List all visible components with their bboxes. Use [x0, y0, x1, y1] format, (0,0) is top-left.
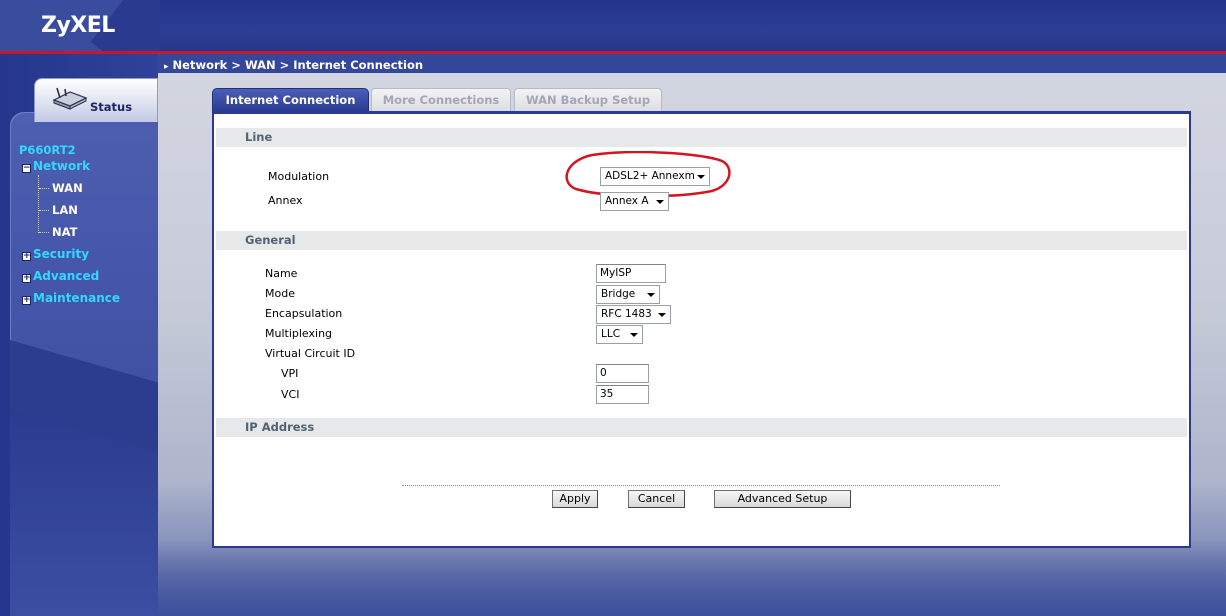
apply-button[interactable]: Apply — [552, 490, 598, 508]
tree-branch — [39, 210, 49, 211]
sidebar-item-nat[interactable]: NAT — [52, 225, 77, 239]
vci-input[interactable]: 35 — [596, 385, 649, 404]
device-model: P660RT2 — [19, 143, 76, 157]
sidebar-item-label[interactable]: Network — [33, 159, 90, 173]
section-header-line: Line — [216, 128, 1187, 147]
cancel-button[interactable]: Cancel — [628, 490, 685, 508]
breadcrumb-arrow-icon: ▸ — [164, 62, 169, 72]
content-fade — [158, 540, 1226, 616]
tab-more-connections[interactable]: More Connections — [371, 88, 511, 111]
encapsulation-select[interactable]: RFC 1483 — [596, 305, 671, 324]
tree-branch — [39, 188, 49, 189]
mode-value: Bridge — [601, 288, 636, 300]
modulation-label: Modulation — [268, 170, 330, 183]
tree-branch — [39, 232, 49, 233]
annex-select[interactable]: Annex A — [600, 192, 669, 211]
tab-internet-connection[interactable]: Internet Connection — [212, 88, 369, 111]
dropdown-arrow-icon — [647, 293, 655, 297]
dropdown-arrow-icon — [658, 313, 666, 317]
dropdown-arrow-icon — [656, 200, 664, 204]
multiplexing-label: Multiplexing — [265, 327, 333, 340]
mode-label: Mode — [265, 287, 295, 300]
expand-icon[interactable]: + — [22, 274, 31, 283]
zyxel-logo: ZyXEL — [41, 13, 115, 38]
name-input[interactable]: MyISP — [596, 264, 666, 283]
sidebar-item-label[interactable]: Security — [33, 247, 89, 261]
dropdown-arrow-icon — [630, 333, 638, 337]
encapsulation-label: Encapsulation — [265, 307, 343, 320]
sidebar-item-label[interactable]: Advanced — [33, 269, 99, 283]
vpi-label: VPI — [281, 367, 299, 380]
annex-label: Annex — [268, 194, 303, 207]
multiplexing-value: LLC — [601, 328, 621, 340]
collapse-icon[interactable]: − — [22, 164, 31, 173]
breadcrumb: ▸ Network > WAN > Internet Connection — [164, 58, 423, 72]
name-label: Name — [265, 267, 298, 280]
expand-icon[interactable]: + — [22, 252, 31, 261]
vpi-input[interactable]: 0 — [596, 364, 649, 383]
top-header — [0, 0, 1226, 51]
red-annotation-circle — [565, 151, 731, 197]
vci-label: VCI — [281, 388, 300, 401]
tab-wan-backup-setup[interactable]: WAN Backup Setup — [514, 88, 662, 111]
multiplexing-select[interactable]: LLC — [596, 325, 643, 344]
sidebar-item-maintenance[interactable]: + Maintenance — [22, 291, 120, 305]
breadcrumb-text: Network > WAN > Internet Connection — [172, 58, 424, 72]
button-divider — [402, 485, 1000, 486]
sidebar-item-lan[interactable]: LAN — [52, 203, 78, 217]
sidebar-item-advanced[interactable]: + Advanced — [22, 269, 99, 283]
mode-select[interactable]: Bridge — [596, 285, 660, 304]
section-header-ip-address: IP Address — [216, 418, 1187, 437]
annex-value: Annex A — [605, 195, 649, 207]
tree-line — [38, 175, 39, 233]
expand-icon[interactable]: + — [22, 296, 31, 305]
router-icon[interactable] — [52, 86, 88, 112]
virtual-circuit-id-label: Virtual Circuit ID — [265, 347, 356, 360]
section-header-general: General — [216, 231, 1187, 250]
sidebar-item-label[interactable]: Maintenance — [33, 291, 120, 305]
advanced-setup-button[interactable]: Advanced Setup — [714, 490, 851, 508]
sidebar-item-network[interactable]: − Network — [22, 159, 90, 173]
status-tab-label[interactable]: Status — [90, 100, 132, 114]
encapsulation-value: RFC 1483 — [601, 308, 652, 320]
sidebar-item-wan[interactable]: WAN — [52, 181, 83, 195]
sidebar-item-security[interactable]: + Security — [22, 247, 89, 261]
